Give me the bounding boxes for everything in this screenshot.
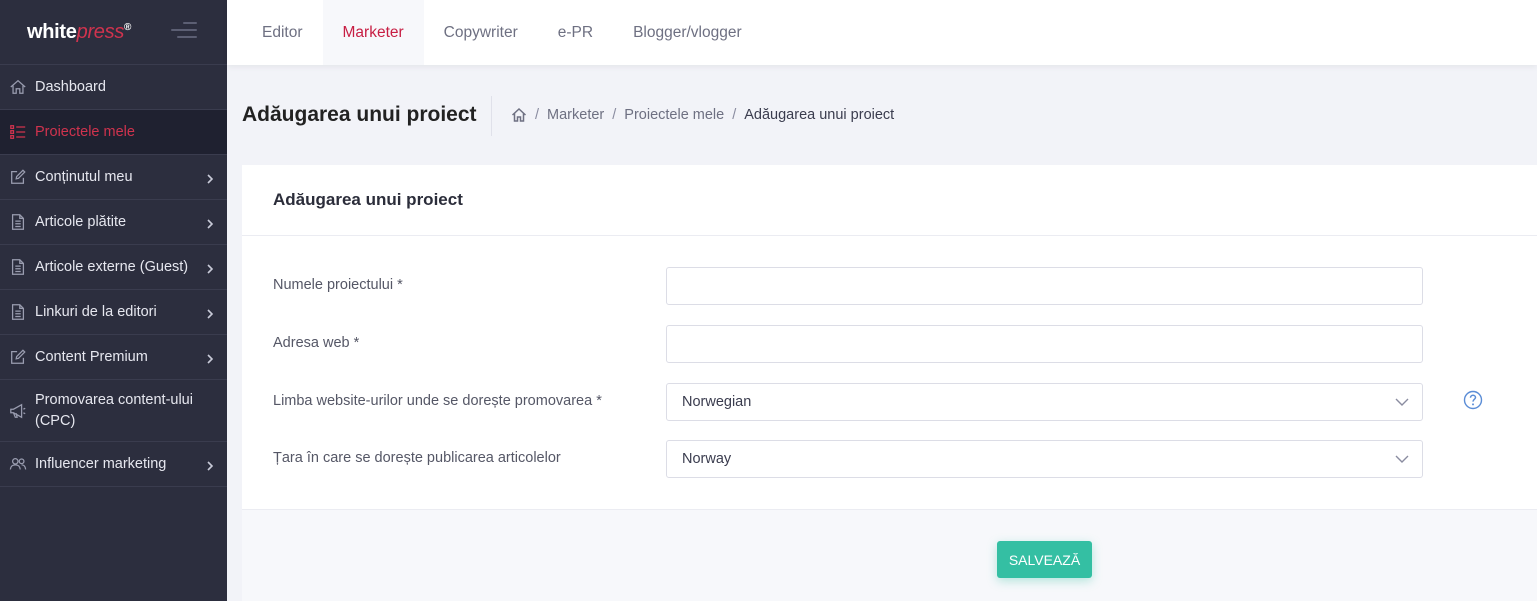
sidebar-item-articole-externe[interactable]: Articole externe (Guest) <box>0 245 227 290</box>
tab-marketer[interactable]: Marketer <box>322 0 424 65</box>
language-label: Limba website-urilor unde se dorește pro… <box>273 393 602 409</box>
tab-blogger-vlogger[interactable]: Blogger/vlogger <box>613 0 762 65</box>
breadcrumb-separator: / <box>732 107 737 123</box>
sidebar-item-label: Articole plătite <box>35 213 127 230</box>
save-button[interactable]: SALVEAZĂ <box>997 541 1092 578</box>
breadcrumb-proiectele-mele[interactable]: Proiectele mele <box>624 107 724 123</box>
logo-registered-mark: ® <box>124 21 132 33</box>
tab-e-pr[interactable]: e-PR <box>538 0 613 65</box>
country-selected-value: Norway <box>682 451 732 467</box>
whitepress-logo[interactable]: whitepress® <box>27 21 131 44</box>
document-icon <box>8 302 28 322</box>
edit-icon <box>8 347 28 367</box>
sidebar-item-linkuri-editori[interactable]: Linkuri de la editori <box>0 290 227 335</box>
website-input[interactable] <box>666 325 1423 363</box>
breadcrumb-marketer[interactable]: Marketer <box>547 107 604 123</box>
list-icon <box>8 122 28 142</box>
chevron-right-icon <box>205 459 215 471</box>
chevron-right-icon <box>205 307 215 319</box>
language-selected-value: Norwegian <box>682 394 752 410</box>
sidebar-item-label: Articole externe (Guest) <box>35 258 189 275</box>
sidebar-item-dashboard[interactable]: Dashboard <box>0 65 227 110</box>
document-icon <box>8 212 28 232</box>
chevron-right-icon <box>205 172 215 184</box>
sidebar-item-continutul-meu[interactable]: Conținutul meu <box>0 155 227 200</box>
country-select[interactable]: Norway <box>666 440 1423 478</box>
page-title: Adăugarea unui proiect <box>242 103 477 126</box>
megaphone-icon <box>8 401 28 421</box>
title-divider <box>491 96 492 136</box>
project-name-input[interactable] <box>666 267 1423 305</box>
country-row: Țara în care se dorește publicarea artic… <box>242 440 1537 478</box>
chevron-right-icon <box>205 217 215 229</box>
sidebar-item-label: Dashboard <box>35 78 106 95</box>
logo-text-main: white <box>27 20 77 43</box>
sidebar-item-label: Linkuri de la editori <box>35 303 157 320</box>
sidebar-item-label: Promovarea content-ului (CPC) <box>35 391 193 429</box>
sidebar-item-articole-platite[interactable]: Articole plătite <box>0 200 227 245</box>
sidebar-item-promovarea-cpc[interactable]: Promovarea content-ului (CPC) <box>0 380 227 442</box>
card-title: Adăugarea unui proiect <box>242 165 1537 236</box>
card-footer: SALVEAZĂ <box>242 509 1537 601</box>
language-row: Limba website-urilor unde se dorește pro… <box>242 383 1537 421</box>
menu-toggle-icon[interactable] <box>171 22 197 40</box>
sidebar: whitepress® Dashboard Proiectele mele Co… <box>0 0 227 601</box>
language-select[interactable]: Norwegian <box>666 383 1423 421</box>
project-name-row: Numele proiectului * <box>242 267 1537 305</box>
home-icon <box>8 77 28 97</box>
edit-icon <box>8 167 28 187</box>
brand-bar: whitepress® <box>0 0 227 65</box>
website-label: Adresa web * <box>273 335 360 351</box>
add-project-card: Adăugarea unui proiect Numele proiectulu… <box>242 165 1537 601</box>
chevron-right-icon <box>205 352 215 364</box>
project-name-label: Numele proiectului * <box>273 277 403 293</box>
logo-text-accent: press <box>76 20 125 43</box>
breadcrumb: / Marketer / Proiectele mele / Adăugarea… <box>511 107 894 123</box>
sidebar-item-label: Content Premium <box>35 348 148 365</box>
sidebar-item-proiectele-mele[interactable]: Proiectele mele <box>0 110 227 155</box>
sidebar-item-label: Influencer marketing <box>35 455 167 472</box>
tab-copywriter[interactable]: Copywriter <box>424 0 538 65</box>
chevron-right-icon <box>205 262 215 274</box>
top-nav: Editor Marketer Copywriter e-PR Blogger/… <box>227 0 1537 65</box>
country-label: Țara în care se dorește publicarea artic… <box>273 450 561 466</box>
chevron-down-icon <box>1395 397 1409 407</box>
users-icon <box>8 454 28 474</box>
document-icon <box>8 257 28 277</box>
tab-editor[interactable]: Editor <box>227 0 323 65</box>
breadcrumb-separator: / <box>535 107 540 123</box>
sidebar-item-content-premium[interactable]: Content Premium <box>0 335 227 380</box>
home-icon[interactable] <box>511 107 527 123</box>
sidebar-item-label: Conținutul meu <box>35 168 133 185</box>
sidebar-item-influencer-marketing[interactable]: Influencer marketing <box>0 442 227 487</box>
breadcrumb-current: Adăugarea unui proiect <box>744 107 895 123</box>
chevron-down-icon <box>1395 454 1409 464</box>
sidebar-item-label: Proiectele mele <box>35 123 135 140</box>
website-row: Adresa web * <box>242 325 1537 363</box>
breadcrumb-separator: / <box>612 107 617 123</box>
help-icon[interactable] <box>1463 390 1483 410</box>
